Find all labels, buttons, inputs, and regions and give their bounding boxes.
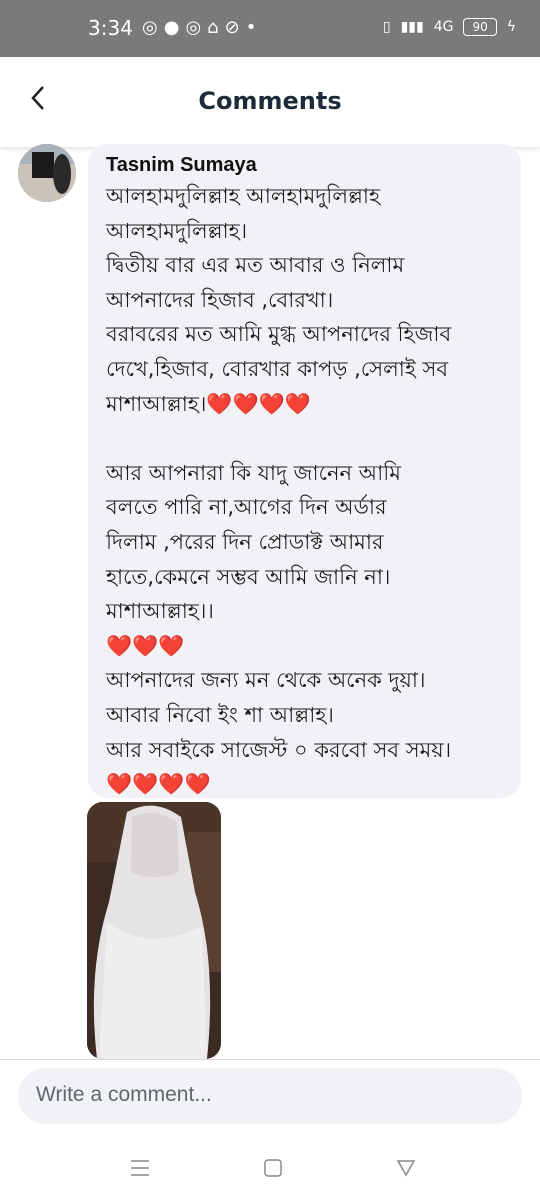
chat-icon: ● [163,17,186,38]
app-header: Comments [0,57,540,147]
comment-attachment-image[interactable] [87,802,221,1059]
dot-icon: • [245,17,263,38]
messenger-icon: ◎ [185,17,208,38]
composer-divider [0,1059,540,1060]
battery-icon: 90 [463,18,497,36]
status-time: 3:34 [88,16,133,40]
avatar[interactable] [18,144,76,202]
vibrate-icon: ▯ [382,19,391,35]
dnd-icon: ⊘ [224,17,246,38]
4g-signal-icon: 4G [433,19,454,35]
notification-icons: ◎●◎⌂⊘• [142,17,262,38]
menu-icon[interactable] [120,1153,160,1183]
home-square-icon[interactable] [253,1153,293,1183]
system-nav-bar [0,1135,540,1200]
comment-text: আলহামদুলিল্লাহ আলহামদুলিল্লাহ আলহামদুলিল… [106,184,452,797]
status-bar: 3:34 ◎●◎⌂⊘• ▯ ▮▮▮ 4G 90 ϟ [0,0,540,57]
system-icons: ▯ ▮▮▮ 4G 90 ϟ [383,18,516,36]
nav-icon: ⌂ [207,17,225,38]
comment-input[interactable]: Write a comment... [18,1068,522,1124]
comment-bubble: Tasnim Sumaya আলহামদুলিল্লাহ আলহামদুলিল্… [88,144,521,798]
back-triangle-icon[interactable] [386,1153,426,1183]
signal-icon: ▮▮▮ [400,19,424,35]
page-title: Comments [198,87,342,115]
comment-author[interactable]: Tasnim Sumaya [106,154,507,177]
messenger-icon: ◎ [142,17,164,38]
charging-icon: ϟ [506,19,516,35]
comment-input-placeholder: Write a comment... [36,1083,212,1106]
